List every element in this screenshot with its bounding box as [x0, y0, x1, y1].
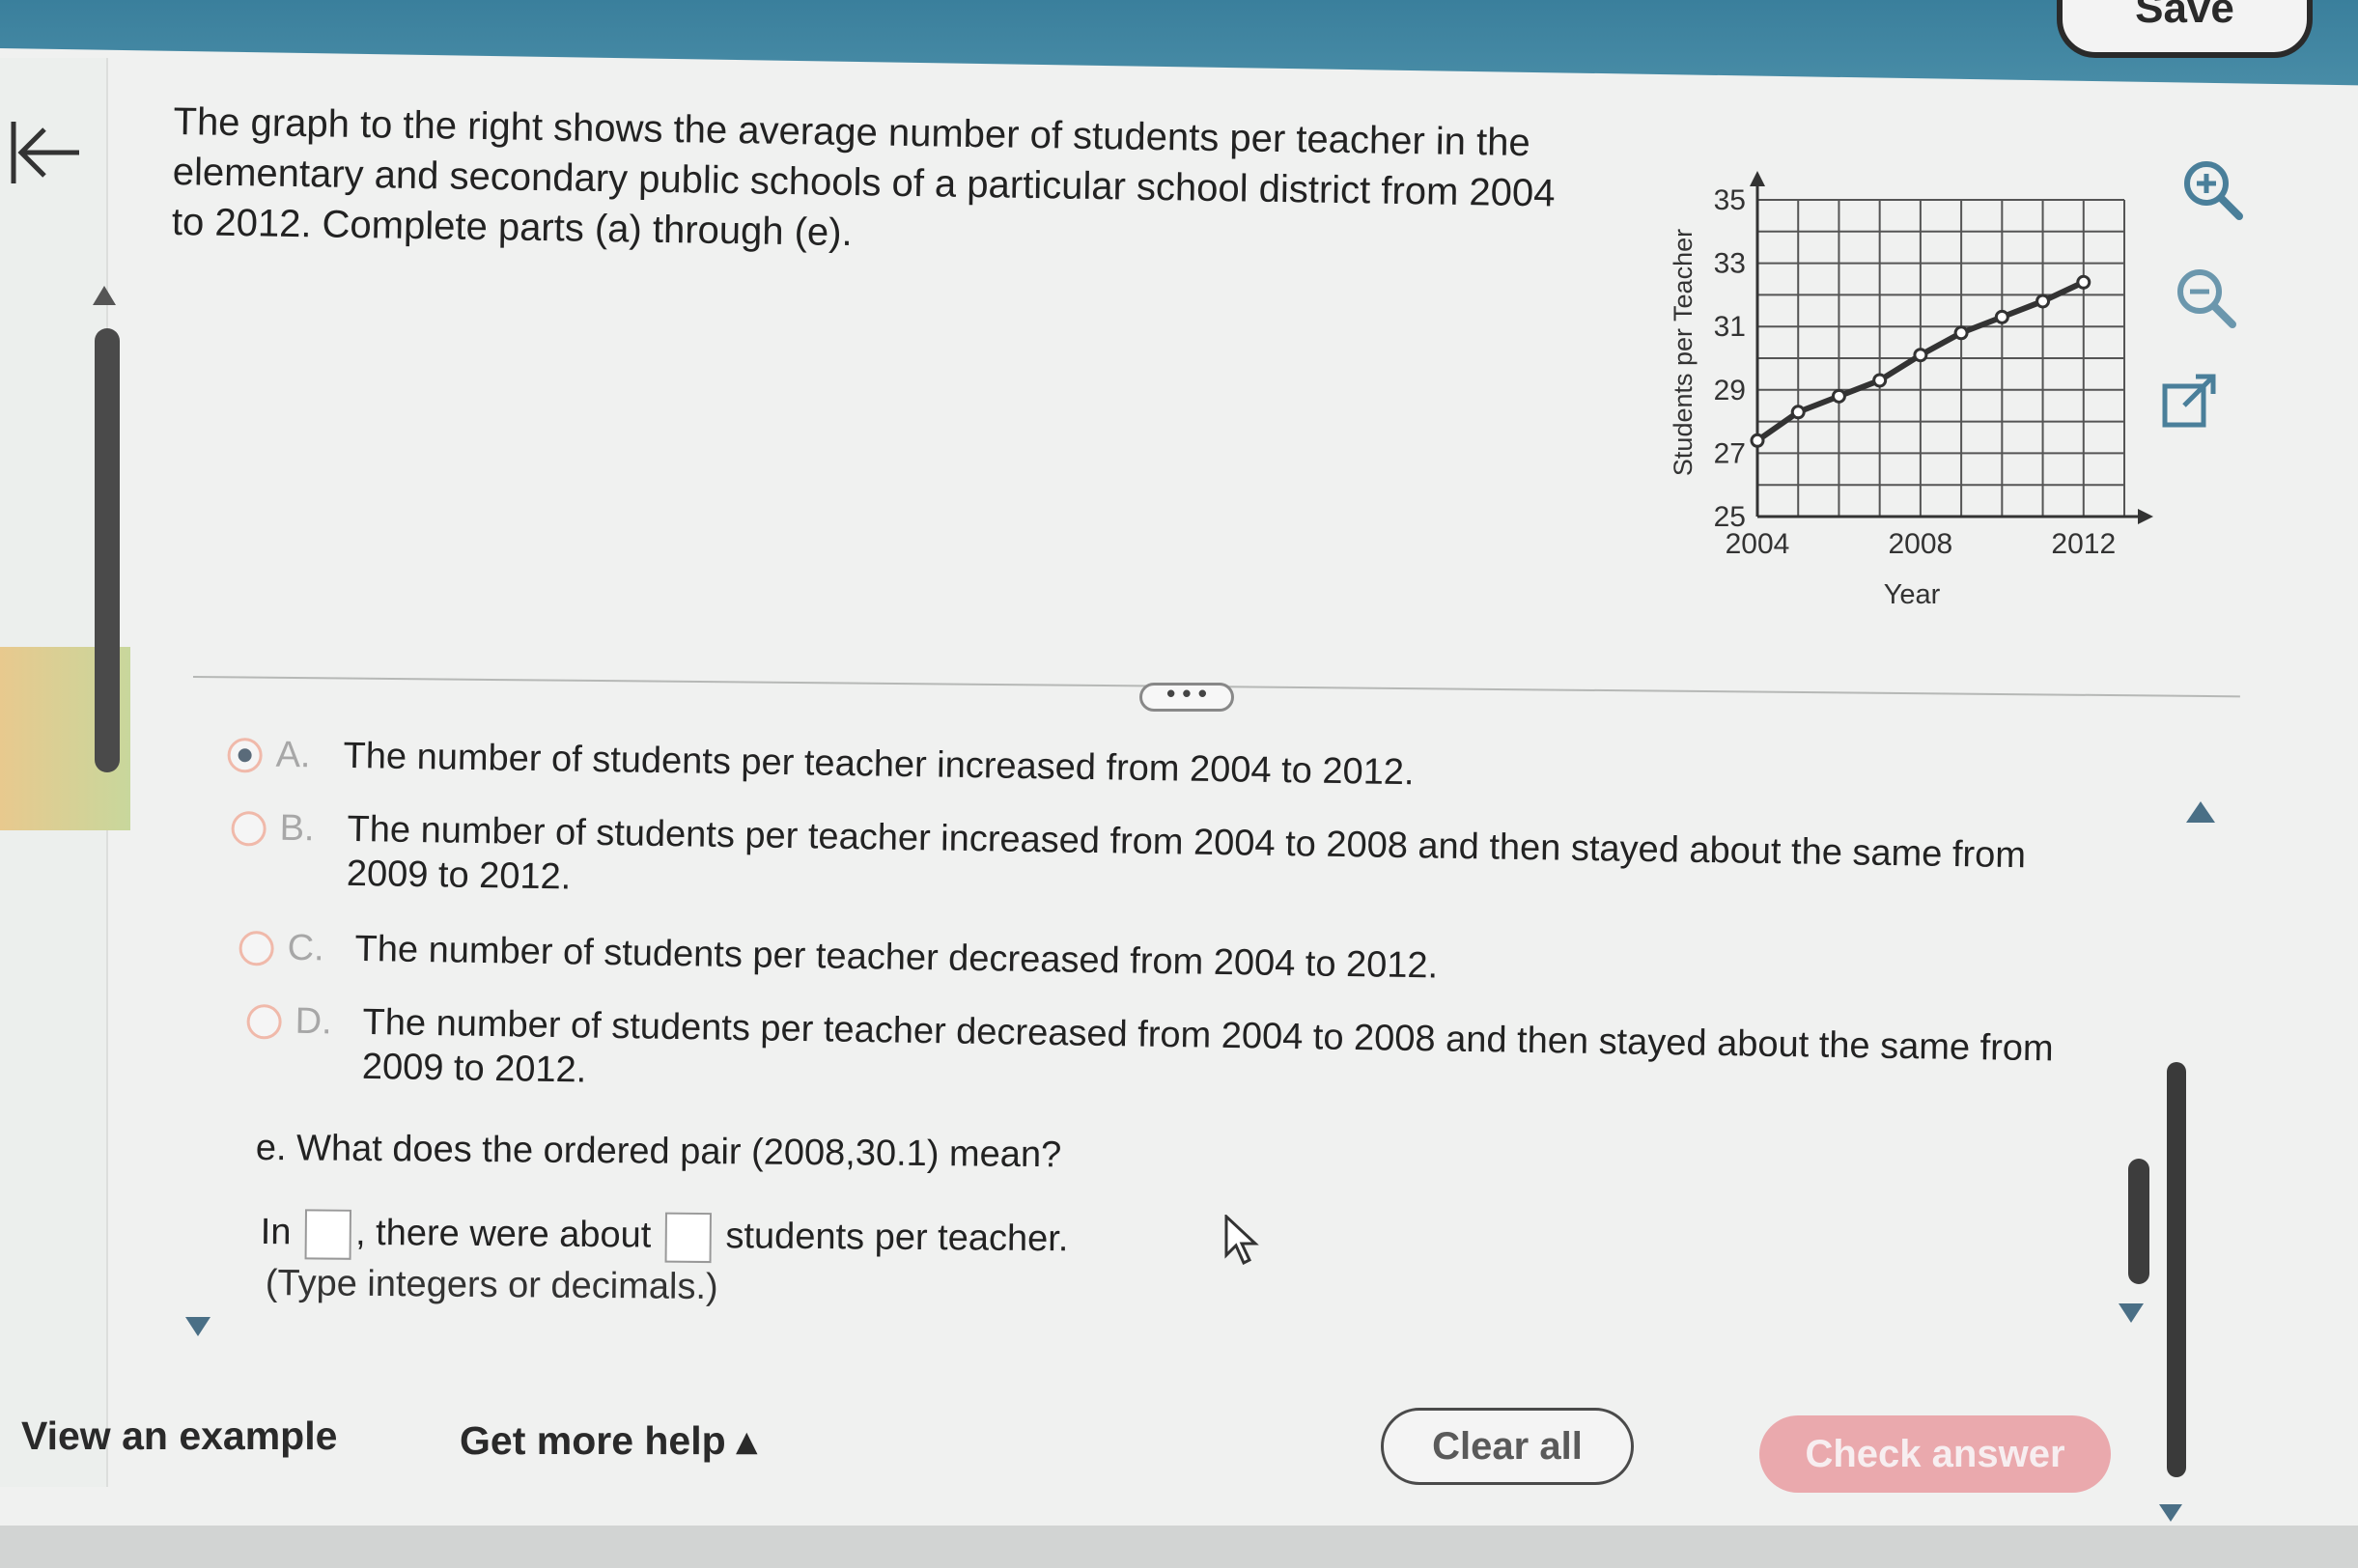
left-scrollbar[interactable]	[95, 328, 120, 772]
chart-y-axis-label: Students per Teacher	[1669, 229, 1698, 476]
answer-middle: , there were about	[354, 1212, 652, 1256]
year-answer-input[interactable]	[304, 1209, 352, 1260]
mouse-cursor-icon	[1224, 1215, 1259, 1265]
chart-data-point	[1831, 388, 1846, 404]
chart-data-point	[1790, 405, 1806, 420]
x-tick-label: 2004	[1726, 528, 1790, 560]
chart-y-axis-arrow	[1750, 171, 1765, 186]
chart-data-point	[1953, 325, 1969, 341]
chart-data-point	[2035, 294, 2051, 309]
radio-button[interactable]	[246, 1003, 282, 1040]
save-button[interactable]: Save	[2057, 0, 2313, 58]
resize-handle[interactable]: • • •	[1139, 681, 1234, 712]
radio-button[interactable]	[239, 930, 274, 966]
scroll-down-arrow-icon[interactable]	[2157, 1502, 2184, 1524]
scroll-up-arrow-icon[interactable]	[91, 284, 118, 307]
scroll-down-arrow-icon[interactable]	[183, 1315, 212, 1338]
students-answer-input[interactable]	[664, 1212, 713, 1264]
answer-hint: (Type integers or decimals.)	[265, 1263, 718, 1308]
option-letter: D.	[295, 1000, 332, 1043]
y-tick-label: 35	[1714, 184, 1746, 216]
x-tick-label: 2008	[1889, 528, 1953, 560]
chart-data-point	[1750, 433, 1765, 448]
part-e-question: e. What does the ordered pair (2008,30.1…	[255, 1128, 1062, 1176]
view-example-link[interactable]: View an example	[21, 1414, 337, 1459]
check-answer-button[interactable]: Check answer	[1759, 1415, 2111, 1493]
scroll-down-arrow-icon[interactable]	[2117, 1302, 2146, 1325]
scroll-up-arrow-icon[interactable]	[2184, 799, 2217, 825]
y-tick-label: 31	[1714, 311, 1746, 343]
y-tick-label: 27	[1714, 437, 1746, 469]
back-arrow-icon[interactable]	[6, 114, 83, 191]
option-letter: C.	[287, 927, 324, 969]
y-tick-label: 33	[1714, 248, 1746, 280]
option-letter: A.	[275, 734, 311, 776]
radio-button[interactable]	[231, 810, 267, 847]
clear-all-button[interactable]: Clear all	[1381, 1408, 1634, 1485]
chart-data-point	[2076, 274, 2091, 290]
zoom-out-icon[interactable]	[2171, 263, 2240, 332]
chart-x-axis-arrow	[2138, 509, 2153, 524]
radio-button[interactable]	[227, 737, 263, 773]
get-more-help-link[interactable]: Get more help ▴	[460, 1417, 757, 1464]
chart-x-axis-label: Year	[1884, 579, 1941, 610]
answer-suffix: students per teacher.	[725, 1216, 1069, 1260]
question-prompt: The graph to the right shows the average…	[171, 99, 1556, 255]
page-scrollbar[interactable]	[2167, 1062, 2186, 1477]
popout-icon[interactable]	[2155, 367, 2225, 436]
answer-sentence: In , there were about students per teach…	[261, 1209, 1069, 1266]
chart-data-point	[1872, 373, 1888, 388]
y-tick-label: 29	[1714, 375, 1746, 406]
bottom-bar	[0, 1526, 2358, 1568]
answer-prefix: In	[260, 1212, 292, 1253]
chart-data-point	[1994, 309, 2009, 324]
option-letter: B.	[279, 807, 315, 850]
options-scrollbar[interactable]	[2128, 1159, 2149, 1284]
students-per-teacher-chart: Students per Teacher Year 25272931333520…	[1669, 171, 2153, 610]
chart-data-point	[1913, 348, 1928, 363]
x-tick-label: 2012	[2051, 528, 2116, 560]
zoom-in-icon[interactable]	[2177, 154, 2247, 224]
